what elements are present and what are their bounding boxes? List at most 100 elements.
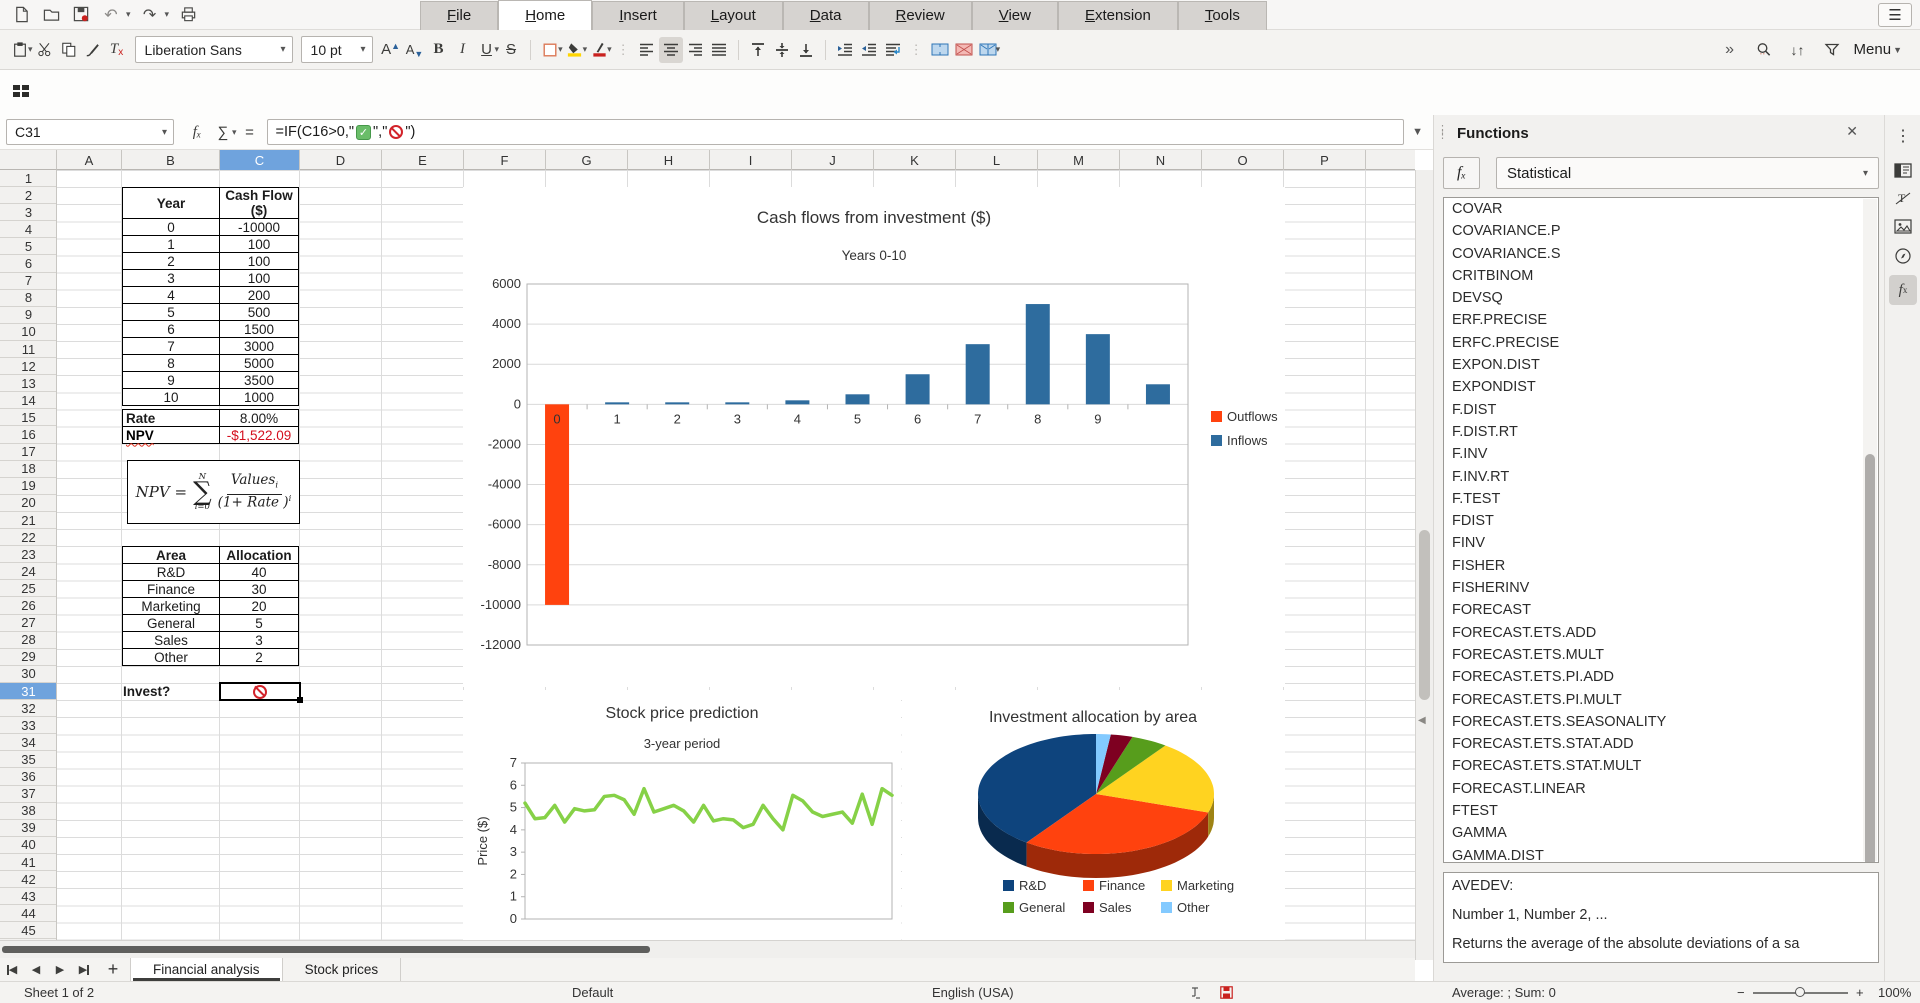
table-cell[interactable]: 100 (220, 236, 299, 253)
line-chart[interactable]: Stock price prediction3-year period01234… (463, 690, 901, 940)
column-header-O[interactable]: O (1202, 150, 1284, 170)
column-header-P[interactable]: P (1284, 150, 1366, 170)
bold-icon[interactable]: B (427, 37, 451, 63)
table-cell[interactable]: Sales (123, 632, 220, 649)
row-header-20[interactable]: 20 (0, 495, 57, 512)
function-item[interactable]: COVAR (1444, 198, 1878, 220)
menu-tab-home[interactable]: Home (498, 0, 592, 30)
cut-icon[interactable] (33, 37, 57, 63)
row-header-18[interactable]: 18 (0, 461, 57, 478)
font-name-dropdown-icon[interactable]: ▾ (281, 44, 286, 55)
row-header-14[interactable]: 14 (0, 392, 57, 409)
previous-sheet-icon[interactable]: ◀ (24, 958, 48, 981)
table-cell[interactable]: R&D (123, 564, 220, 581)
row-header-37[interactable]: 37 (0, 786, 57, 803)
italic-icon[interactable]: I (451, 37, 475, 63)
function-item[interactable]: F.INV (1444, 443, 1878, 465)
function-item[interactable]: FORECAST.ETS.STAT.ADD (1444, 733, 1878, 755)
page-style[interactable]: Default (572, 985, 613, 1000)
npv-formula-image[interactable]: NPV = N∑i=0 Valuesi(1+ Rate )i (127, 460, 300, 524)
function-item[interactable]: F.DIST.RT (1444, 421, 1878, 443)
row-header-9[interactable]: 9 (0, 307, 57, 324)
table-cell[interactable]: General (123, 615, 220, 632)
sort-icon[interactable]: ↓↑ (1786, 37, 1810, 63)
merge-cells-icon[interactable] (928, 37, 952, 63)
column-headers[interactable]: ABCDEFGHIJKLMNOP (57, 150, 1415, 170)
function-item[interactable]: COVARIANCE.P (1444, 220, 1878, 242)
merge-dropdown-icon[interactable]: ▾ (996, 44, 1001, 55)
table-cell[interactable]: 100 (220, 253, 299, 270)
column-header-I[interactable]: I (710, 150, 792, 170)
function-wizard-icon[interactable]: fₓ (184, 119, 210, 145)
properties-deck-icon[interactable] (1889, 157, 1917, 183)
zoom-level[interactable]: 100% (1878, 985, 1911, 1000)
function-item[interactable]: FORECAST.ETS.SEASONALITY (1444, 711, 1878, 733)
table-cell[interactable]: 1500 (220, 321, 299, 338)
vertical-scrollbar-thumb[interactable] (1419, 530, 1430, 700)
function-item[interactable]: FORECAST.ETS.STAT.MULT (1444, 755, 1878, 777)
table-cell[interactable]: 5000 (220, 355, 299, 372)
vertical-scrollbar[interactable]: ◀ (1415, 170, 1433, 960)
menu-tab-view[interactable]: View (972, 1, 1058, 30)
last-sheet-icon[interactable]: ▶ (72, 958, 96, 981)
selected-cell-c31[interactable] (219, 682, 301, 701)
horizontal-scrollbar-thumb[interactable] (2, 946, 650, 953)
table-grid-icon[interactable] (12, 83, 31, 105)
select-all-corner[interactable] (0, 150, 57, 170)
column-header-H[interactable]: H (628, 150, 710, 170)
column-header-K[interactable]: K (874, 150, 956, 170)
search-icon[interactable] (1752, 37, 1776, 63)
column-header-E[interactable]: E (382, 150, 464, 170)
sheet-tab-financial-analysis[interactable]: Financial analysis (130, 958, 283, 981)
function-item[interactable]: FORECAST.ETS.PI.MULT (1444, 689, 1878, 711)
row-header-8[interactable]: 8 (0, 290, 57, 307)
undo-dropdown-icon[interactable]: ▾ (126, 9, 131, 20)
table-cell[interactable]: 0 (123, 219, 220, 236)
function-item[interactable]: FDIST (1444, 510, 1878, 532)
panel-close-icon[interactable]: ✕ (1846, 123, 1858, 140)
table-cell[interactable]: 20 (220, 598, 299, 615)
table-cell[interactable]: 7 (123, 338, 220, 355)
row-header-39[interactable]: 39 (0, 820, 57, 837)
name-box-dropdown-icon[interactable]: ▾ (162, 127, 167, 138)
row-header-26[interactable]: 26 (0, 598, 57, 615)
row-header-42[interactable]: 42 (0, 871, 57, 888)
row-header-22[interactable]: 22 (0, 529, 57, 546)
row-header-19[interactable]: 19 (0, 478, 57, 495)
function-item[interactable]: GAMMA.DIST (1444, 845, 1878, 863)
font-name-combo[interactable]: Liberation Sans▾ (135, 36, 293, 63)
zoom-in-icon[interactable]: + (1856, 985, 1864, 1000)
bar-chart[interactable]: Cash flows from investment ($)Years 0-10… (463, 187, 1285, 687)
function-item[interactable]: FORECAST (1444, 599, 1878, 621)
table-cell[interactable]: 3 (123, 270, 220, 287)
menu-tab-insert[interactable]: Insert (592, 1, 684, 30)
shrink-font-icon[interactable]: A▼ (403, 37, 427, 63)
function-item[interactable]: FISHER (1444, 555, 1878, 577)
print-icon[interactable] (177, 4, 199, 26)
functions-deck-icon[interactable]: fx (1889, 275, 1917, 305)
row-header-12[interactable]: 12 (0, 358, 57, 375)
table-cell[interactable]: 3000 (220, 338, 299, 355)
table-cell[interactable]: 100 (220, 270, 299, 287)
row-header-21[interactable]: 21 (0, 512, 57, 529)
category-combo[interactable]: Statistical ▾ (1496, 157, 1879, 189)
category-dropdown-icon[interactable]: ▾ (1863, 168, 1868, 179)
row-header-35[interactable]: 35 (0, 751, 57, 768)
align-bottom-icon[interactable] (794, 37, 818, 63)
function-item[interactable]: FISHERINV (1444, 577, 1878, 599)
undo-icon[interactable]: ↶ (100, 4, 122, 26)
function-item[interactable]: DEVSQ (1444, 287, 1878, 309)
row-header-23[interactable]: 23 (0, 546, 57, 563)
column-header-L[interactable]: L (956, 150, 1038, 170)
function-item[interactable]: EXPONDIST (1444, 376, 1878, 398)
language[interactable]: English (USA) (932, 985, 1014, 1000)
cells-grid[interactable]: YearCash Flow ($)0-100001100210031004200… (57, 170, 1415, 940)
row-header-45[interactable]: 45 (0, 922, 57, 939)
font-size-dropdown-icon[interactable]: ▾ (361, 44, 366, 55)
align-center-icon[interactable] (659, 37, 683, 63)
autofilter-icon[interactable] (1820, 37, 1844, 63)
table-cell[interactable]: 1000 (220, 389, 299, 406)
function-item[interactable]: FORECAST.ETS.ADD (1444, 622, 1878, 644)
function-item[interactable]: COVARIANCE.S (1444, 243, 1878, 265)
table-cell[interactable]: 3500 (220, 372, 299, 389)
